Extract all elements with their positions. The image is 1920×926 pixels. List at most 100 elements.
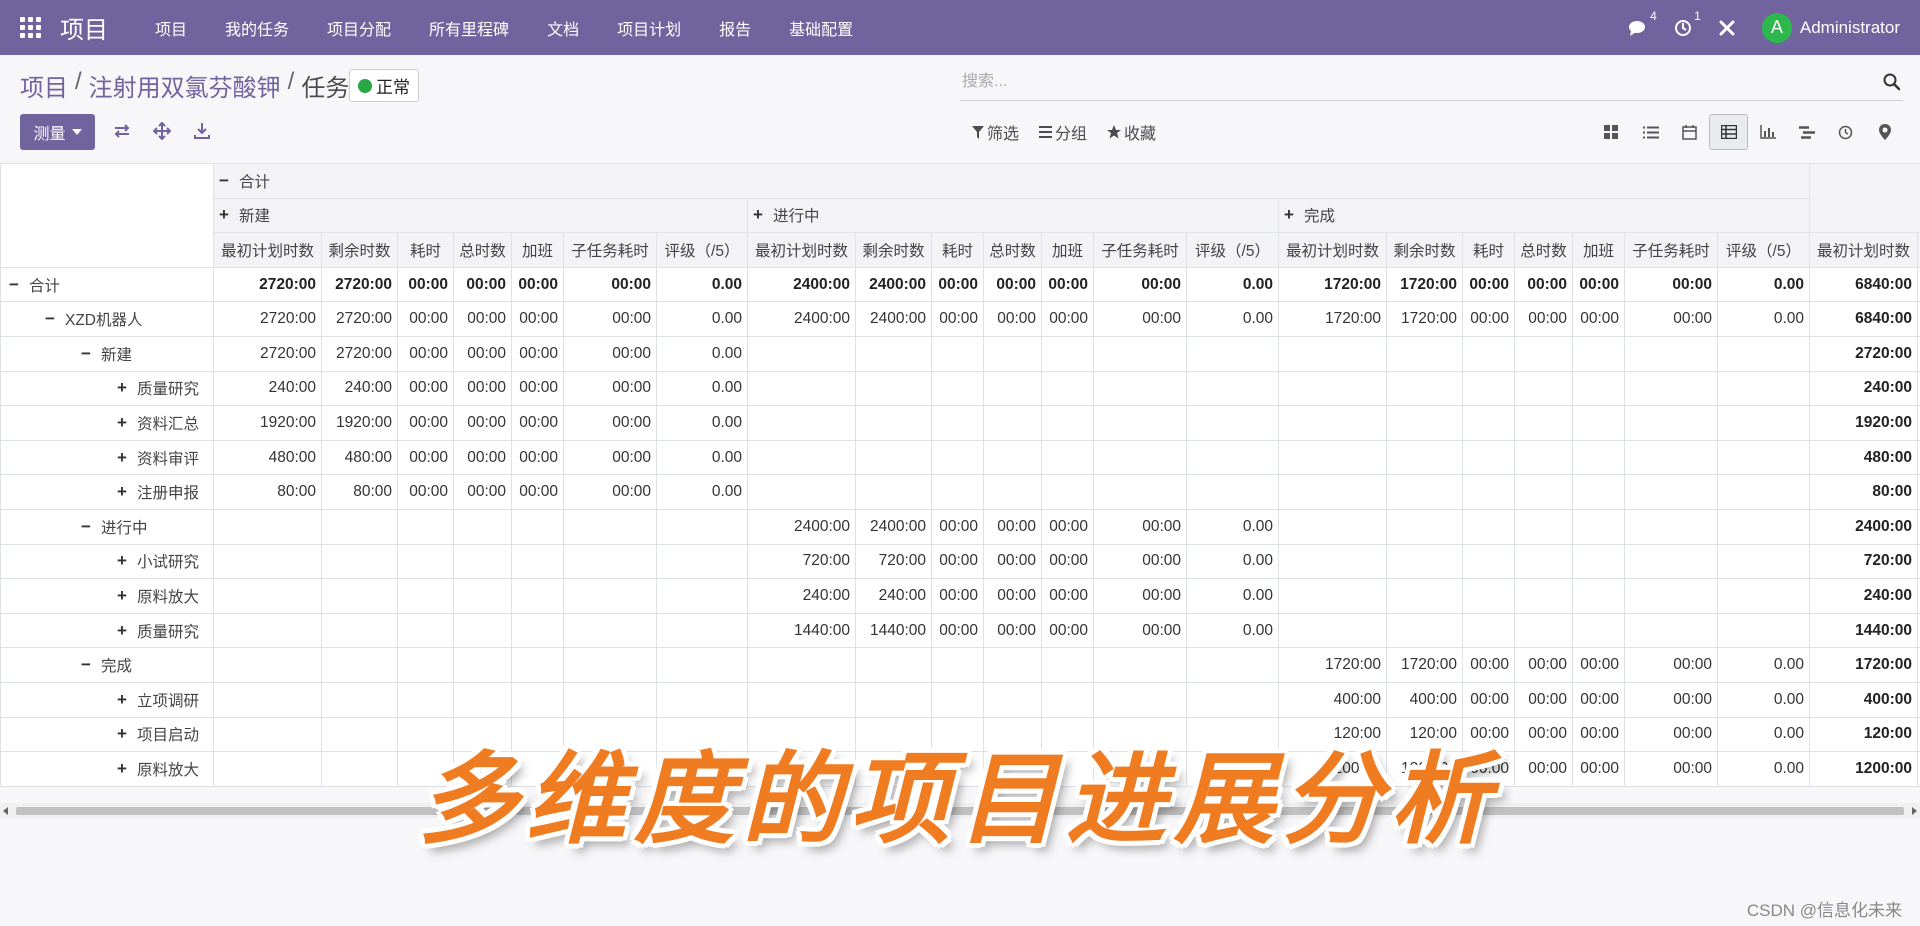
scroll-right-arrow-icon[interactable]: [1912, 807, 1917, 815]
pivot-cell[interactable]: [1186, 647, 1279, 683]
pivot-cell[interactable]: [1462, 578, 1515, 614]
debug-menu[interactable]: [1718, 19, 1736, 37]
pivot-cell[interactable]: [1572, 578, 1625, 614]
pivot-cell[interactable]: [511, 612, 564, 649]
pivot-cell[interactable]: 1720:00: [1278, 266, 1387, 303]
pivot-cell[interactable]: [1278, 405, 1387, 441]
measure-header[interactable]: 耗时: [397, 232, 454, 268]
pivot-cell[interactable]: 1440:00: [747, 612, 856, 649]
pivot-cell[interactable]: 0.00: [656, 405, 748, 441]
pivot-total-cell[interactable]: 6840:00: [1809, 301, 1918, 337]
pivot-cell[interactable]: 0.00: [656, 301, 748, 337]
pivot-cell[interactable]: [1041, 681, 1094, 718]
pivot-cell[interactable]: 00:00: [983, 301, 1042, 337]
pivot-cell[interactable]: [1093, 647, 1187, 683]
pivot-cell[interactable]: 0.00: [1186, 508, 1279, 545]
pivot-cell[interactable]: [1717, 405, 1810, 441]
pivot-cell[interactable]: 1440:00: [855, 612, 932, 649]
pivot-row-header[interactable]: + 质量研究: [0, 612, 214, 649]
pivot-cell[interactable]: 00:00: [453, 301, 512, 337]
pivot-row-header[interactable]: + 资料审评: [0, 439, 214, 476]
pivot-cell[interactable]: 00:00: [1514, 301, 1573, 337]
pivot-cell[interactable]: [1186, 681, 1279, 718]
pivot-cell[interactable]: [747, 439, 856, 476]
measure-header[interactable]: 加班: [1041, 232, 1094, 268]
pivot-cell[interactable]: [563, 578, 657, 614]
kanban-view-button[interactable]: [1592, 114, 1631, 150]
pivot-cell[interactable]: 00:00: [1624, 716, 1718, 753]
pivot-cell[interactable]: [1278, 612, 1387, 649]
pivot-cell[interactable]: [511, 578, 564, 614]
pivot-cell[interactable]: 00:00: [1624, 647, 1718, 683]
pivot-cell[interactable]: [1624, 543, 1718, 580]
pivot-cell[interactable]: [563, 647, 657, 683]
pivot-cell[interactable]: 00:00: [1041, 543, 1094, 580]
pivot-cell[interactable]: 2720:00: [321, 266, 398, 303]
pivot-cell[interactable]: 00:00: [1514, 681, 1573, 718]
pivot-cell[interactable]: [213, 647, 322, 683]
pivot-cell[interactable]: [1624, 405, 1718, 441]
download-icon[interactable]: [193, 122, 211, 140]
pivot-cell[interactable]: 00:00: [453, 370, 512, 407]
pivot-cell[interactable]: [1462, 405, 1515, 441]
messaging-menu[interactable]: 4: [1628, 9, 1657, 37]
pivot-cell[interactable]: 00:00: [397, 266, 454, 303]
activity-view-button[interactable]: [1826, 114, 1865, 150]
pivot-cell[interactable]: 00:00: [453, 405, 512, 441]
pivot-cell[interactable]: 0.00: [1186, 578, 1279, 614]
measure-header[interactable]: 最初计划时数: [1809, 232, 1918, 268]
pivot-cell[interactable]: 00:00: [563, 405, 657, 441]
pivot-cell[interactable]: 0.00: [656, 439, 748, 476]
pivot-cell[interactable]: [511, 647, 564, 683]
pivot-cell[interactable]: 2720:00: [213, 266, 322, 303]
search-icon[interactable]: [1883, 73, 1901, 91]
pivot-cell[interactable]: [1386, 474, 1463, 510]
pivot-cell[interactable]: 00:00: [931, 543, 984, 580]
pivot-cell[interactable]: 00:00: [511, 474, 564, 510]
pivot-cell[interactable]: 00:00: [1514, 716, 1573, 753]
pivot-cell[interactable]: 240:00: [213, 370, 322, 407]
pivot-cell[interactable]: [931, 474, 984, 510]
calendar-view-button[interactable]: [1670, 114, 1709, 150]
pivot-cell[interactable]: 0.00: [1717, 301, 1810, 337]
pivot-cell[interactable]: [1717, 578, 1810, 614]
pivot-cell[interactable]: 2400:00: [747, 508, 856, 545]
breadcrumb-project[interactable]: 注射用双氯芬酸钾: [89, 68, 281, 103]
pivot-cell[interactable]: [1093, 405, 1187, 441]
pivot-cell[interactable]: 00:00: [453, 266, 512, 303]
pivot-cell[interactable]: 0.00: [1186, 266, 1279, 303]
pivot-cell[interactable]: [747, 335, 856, 372]
pivot-cell[interactable]: [983, 335, 1042, 372]
pivot-cell[interactable]: [1717, 439, 1810, 476]
pivot-cell[interactable]: [1462, 543, 1515, 580]
pivot-cell[interactable]: 1720:00: [1278, 301, 1387, 337]
pivot-cell[interactable]: [656, 508, 748, 545]
pivot-cell[interactable]: [747, 681, 856, 718]
gantt-view-button[interactable]: [1787, 114, 1826, 150]
measure-header[interactable]: 剩余时数: [321, 232, 398, 268]
pivot-cell[interactable]: 00:00: [563, 474, 657, 510]
pivot-cell[interactable]: 00:00: [397, 405, 454, 441]
pivot-cell[interactable]: [321, 612, 398, 649]
pivot-cell[interactable]: [1514, 439, 1573, 476]
pivot-cell[interactable]: 00:00: [1572, 716, 1625, 753]
pivot-cell[interactable]: 00:00: [1572, 751, 1625, 787]
pivot-cell[interactable]: [983, 370, 1042, 407]
pivot-cell[interactable]: 0.00: [1186, 543, 1279, 580]
measure-header[interactable]: 总时数: [983, 232, 1042, 268]
pivot-cell[interactable]: [1462, 335, 1515, 372]
pivot-cell[interactable]: 1920:00: [213, 405, 322, 441]
pivot-cell[interactable]: [1186, 474, 1279, 510]
search-input[interactable]: [960, 68, 1864, 96]
pivot-total-cell[interactable]: 400:00: [1809, 681, 1918, 718]
pivot-cell[interactable]: [453, 681, 512, 718]
pivot-cell[interactable]: 1920:00: [321, 405, 398, 441]
menu-item-allocation[interactable]: 项目分配: [308, 16, 410, 40]
pivot-cell[interactable]: 80:00: [321, 474, 398, 510]
pivot-total-cell[interactable]: 480:00: [1809, 439, 1918, 476]
pivot-cell[interactable]: [321, 647, 398, 683]
pivot-cell[interactable]: [1514, 474, 1573, 510]
menu-item-reports[interactable]: 报告: [700, 16, 770, 40]
pivot-cell[interactable]: [453, 578, 512, 614]
pivot-cell[interactable]: [511, 508, 564, 545]
